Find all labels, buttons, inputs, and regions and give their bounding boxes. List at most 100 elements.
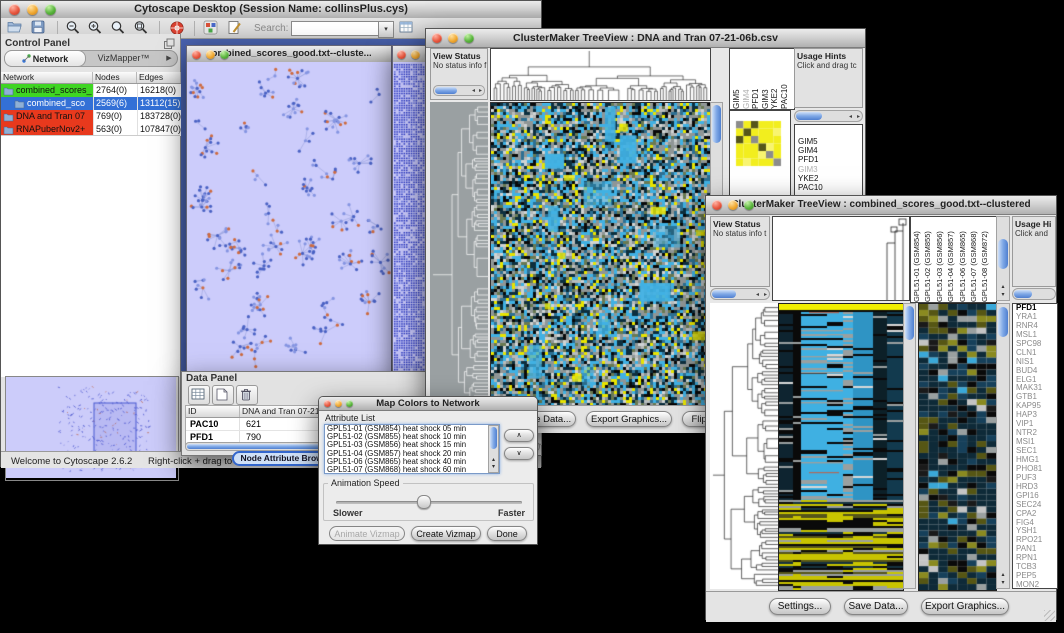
- tv1-column-label[interactable]: GIM3: [761, 49, 771, 109]
- tv2-save-data-button[interactable]: Save Data...: [844, 598, 908, 615]
- tv1-row-label[interactable]: GIM5: [798, 137, 862, 146]
- tv2-export-graphics-button[interactable]: Export Graphics...: [921, 598, 1009, 615]
- tv1-row-label[interactable]: GIM4: [798, 146, 862, 155]
- zoom-button[interactable]: [346, 400, 353, 407]
- gene-label[interactable]: BUD4: [1016, 367, 1057, 376]
- network-view-titlebar[interactable]: combined_scores_good.txt--cluste...: [187, 46, 391, 63]
- gene-label[interactable]: CPA2: [1016, 510, 1057, 519]
- attribute-list-box[interactable]: GPL51-01 (GSM854) heat shock 05 minGPL51…: [324, 424, 500, 474]
- gene-label[interactable]: GPI16: [1016, 492, 1057, 501]
- tab-vizmapper[interactable]: VizMapper™: [86, 51, 161, 66]
- scroll-left-icon[interactable]: ◂: [756, 291, 759, 298]
- gene-label[interactable]: FIG4: [1016, 519, 1057, 528]
- attribute-item[interactable]: GPL51-04 (GSM857) heat shock 20 min: [325, 450, 499, 458]
- minimize-button[interactable]: [27, 4, 38, 15]
- zoom-button[interactable]: [220, 50, 229, 59]
- gene-label[interactable]: NTR2: [1016, 429, 1057, 438]
- tv1-export-graphics-button[interactable]: Export Graphics...: [586, 411, 672, 427]
- tv1-column-label[interactable]: PFD1: [751, 49, 761, 109]
- gene-label[interactable]: RPO21: [1016, 536, 1057, 545]
- done-button[interactable]: Done: [487, 526, 527, 541]
- minimize-button[interactable]: [728, 200, 738, 210]
- main-titlebar[interactable]: Cytoscape Desktop (Session Name: collins…: [1, 1, 541, 19]
- tv2-column-label[interactable]: GPL51-04 (GSM857): [946, 217, 957, 302]
- gene-label[interactable]: YSH1: [1016, 527, 1057, 536]
- tv1-column-label[interactable]: GIM5: [732, 49, 742, 109]
- gene-label[interactable]: RNR4: [1016, 322, 1057, 331]
- close-button[interactable]: [432, 33, 442, 43]
- scroll-right-icon[interactable]: ▸: [764, 291, 767, 298]
- attribute-item[interactable]: GPL51-03 (GSM856) heat shock 15 min: [325, 441, 499, 449]
- attribute-list-scrollbar[interactable]: ▴ ▾: [488, 425, 499, 473]
- tv2-labels-scrollbar[interactable]: ▴ ▾: [996, 216, 1010, 301]
- tv2-global-scrollbar[interactable]: [903, 303, 916, 589]
- attribute-item[interactable]: GPL51-06 (GSM865) heat shock 40 min: [325, 458, 499, 466]
- view-status-scrollbar[interactable]: ◂ ▸: [433, 85, 485, 96]
- gene-label[interactable]: GTB1: [1016, 393, 1057, 402]
- gene-label[interactable]: PEP5: [1016, 572, 1057, 581]
- zoom-button[interactable]: [45, 4, 56, 15]
- scroll-right-icon[interactable]: ▸: [479, 87, 482, 94]
- tv2-status-scrollbar[interactable]: ◂ ▸: [710, 288, 770, 300]
- gene-label[interactable]: PFD1: [1016, 304, 1057, 313]
- search-dropdown-button[interactable]: ▾: [378, 21, 394, 38]
- tv1-row-label[interactable]: PAC10: [798, 183, 862, 192]
- treeview1-titlebar[interactable]: ClusterMaker TreeView : DNA and Tran 07-…: [426, 29, 865, 48]
- network-row[interactable]: combined_sco 2569(6) 13112(15): [1, 97, 181, 110]
- tv1-row-label[interactable]: PFD1: [798, 155, 862, 164]
- gene-label[interactable]: VIP1: [1016, 420, 1057, 429]
- close-button[interactable]: [712, 200, 722, 210]
- gene-label[interactable]: NIS1: [1016, 358, 1057, 367]
- table-export-icon[interactable]: [399, 20, 417, 38]
- gene-label[interactable]: CLN1: [1016, 349, 1057, 358]
- network-row[interactable]: DNA and Tran 07 769(0) 183728(0): [1, 110, 181, 123]
- gene-label[interactable]: PAN1: [1016, 545, 1057, 554]
- tv2-column-dendrogram-area[interactable]: [772, 216, 910, 301]
- scroll-left-icon[interactable]: ◂: [472, 87, 475, 94]
- scroll-up-icon[interactable]: ▴: [489, 457, 498, 464]
- minimize-button[interactable]: [411, 50, 420, 59]
- tv2-row-dendrogram[interactable]: [710, 303, 778, 589]
- close-button[interactable]: [9, 4, 20, 15]
- scroll-down-icon[interactable]: ▾: [997, 292, 1009, 299]
- close-button[interactable]: [192, 50, 201, 59]
- gene-label[interactable]: SPC98: [1016, 340, 1057, 349]
- tv2-zoom-scrollbar[interactable]: ▴ ▾: [996, 303, 1010, 589]
- gene-label[interactable]: MSL1: [1016, 331, 1057, 340]
- network-graph-canvas[interactable]: [187, 62, 391, 374]
- gene-label[interactable]: MON2: [1016, 581, 1057, 589]
- tab-network[interactable]: Network: [4, 50, 86, 67]
- gene-label[interactable]: HAP3: [1016, 411, 1057, 420]
- tv1-usage-scrollbar[interactable]: ◂ ▸: [794, 110, 863, 122]
- tv1-column-dendrogram[interactable]: [490, 48, 711, 101]
- gene-label[interactable]: KAP95: [1016, 402, 1057, 411]
- gene-label[interactable]: MAK31: [1016, 384, 1057, 393]
- tab-overflow-arrow[interactable]: ▶: [161, 51, 177, 66]
- speed-slider-thumb[interactable]: [417, 495, 431, 509]
- network-table-header[interactable]: Network Nodes Edges: [1, 72, 181, 84]
- animate-vizmap-button[interactable]: Animate Vizmap: [329, 526, 405, 541]
- close-button[interactable]: [397, 50, 406, 59]
- tv1-column-label[interactable]: PAC10: [780, 49, 790, 109]
- tv2-column-label[interactable]: GPL51-07 (GSM868): [969, 217, 980, 302]
- tv2-usage-scrollbar[interactable]: [1012, 288, 1056, 300]
- tv2-column-label[interactable]: GPL51-02 (GSM855): [923, 217, 934, 302]
- gene-label[interactable]: TCB3: [1016, 563, 1057, 572]
- tv1-row-dendrogram[interactable]: [430, 102, 488, 404]
- attribute-item[interactable]: GPL51-02 (GSM855) heat shock 10 min: [325, 433, 499, 441]
- minimize-button[interactable]: [335, 400, 342, 407]
- treeview2-titlebar[interactable]: ClusterMaker TreeView : combined_scores_…: [706, 196, 1056, 215]
- scroll-up-icon[interactable]: ▴: [997, 572, 1009, 579]
- close-button[interactable]: [324, 400, 331, 407]
- create-vizmap-button[interactable]: Create Vizmap: [411, 526, 481, 541]
- tv1-column-label[interactable]: GIM4: [742, 49, 752, 109]
- tv2-column-label[interactable]: GPL51-08 (GSM872): [980, 217, 991, 302]
- network-row[interactable]: combined_scores_ 2764(0) 16218(0): [1, 84, 181, 97]
- move-attribute-down-button[interactable]: ∨: [504, 447, 534, 460]
- tv1-row-label[interactable]: YKE2: [798, 174, 862, 183]
- scroll-down-icon[interactable]: ▾: [489, 464, 498, 471]
- scroll-left-icon[interactable]: ◂: [849, 113, 852, 120]
- tv1-similarity-matrix[interactable]: [730, 111, 790, 181]
- resize-grip[interactable]: [1044, 610, 1055, 621]
- minimize-button[interactable]: [448, 33, 458, 43]
